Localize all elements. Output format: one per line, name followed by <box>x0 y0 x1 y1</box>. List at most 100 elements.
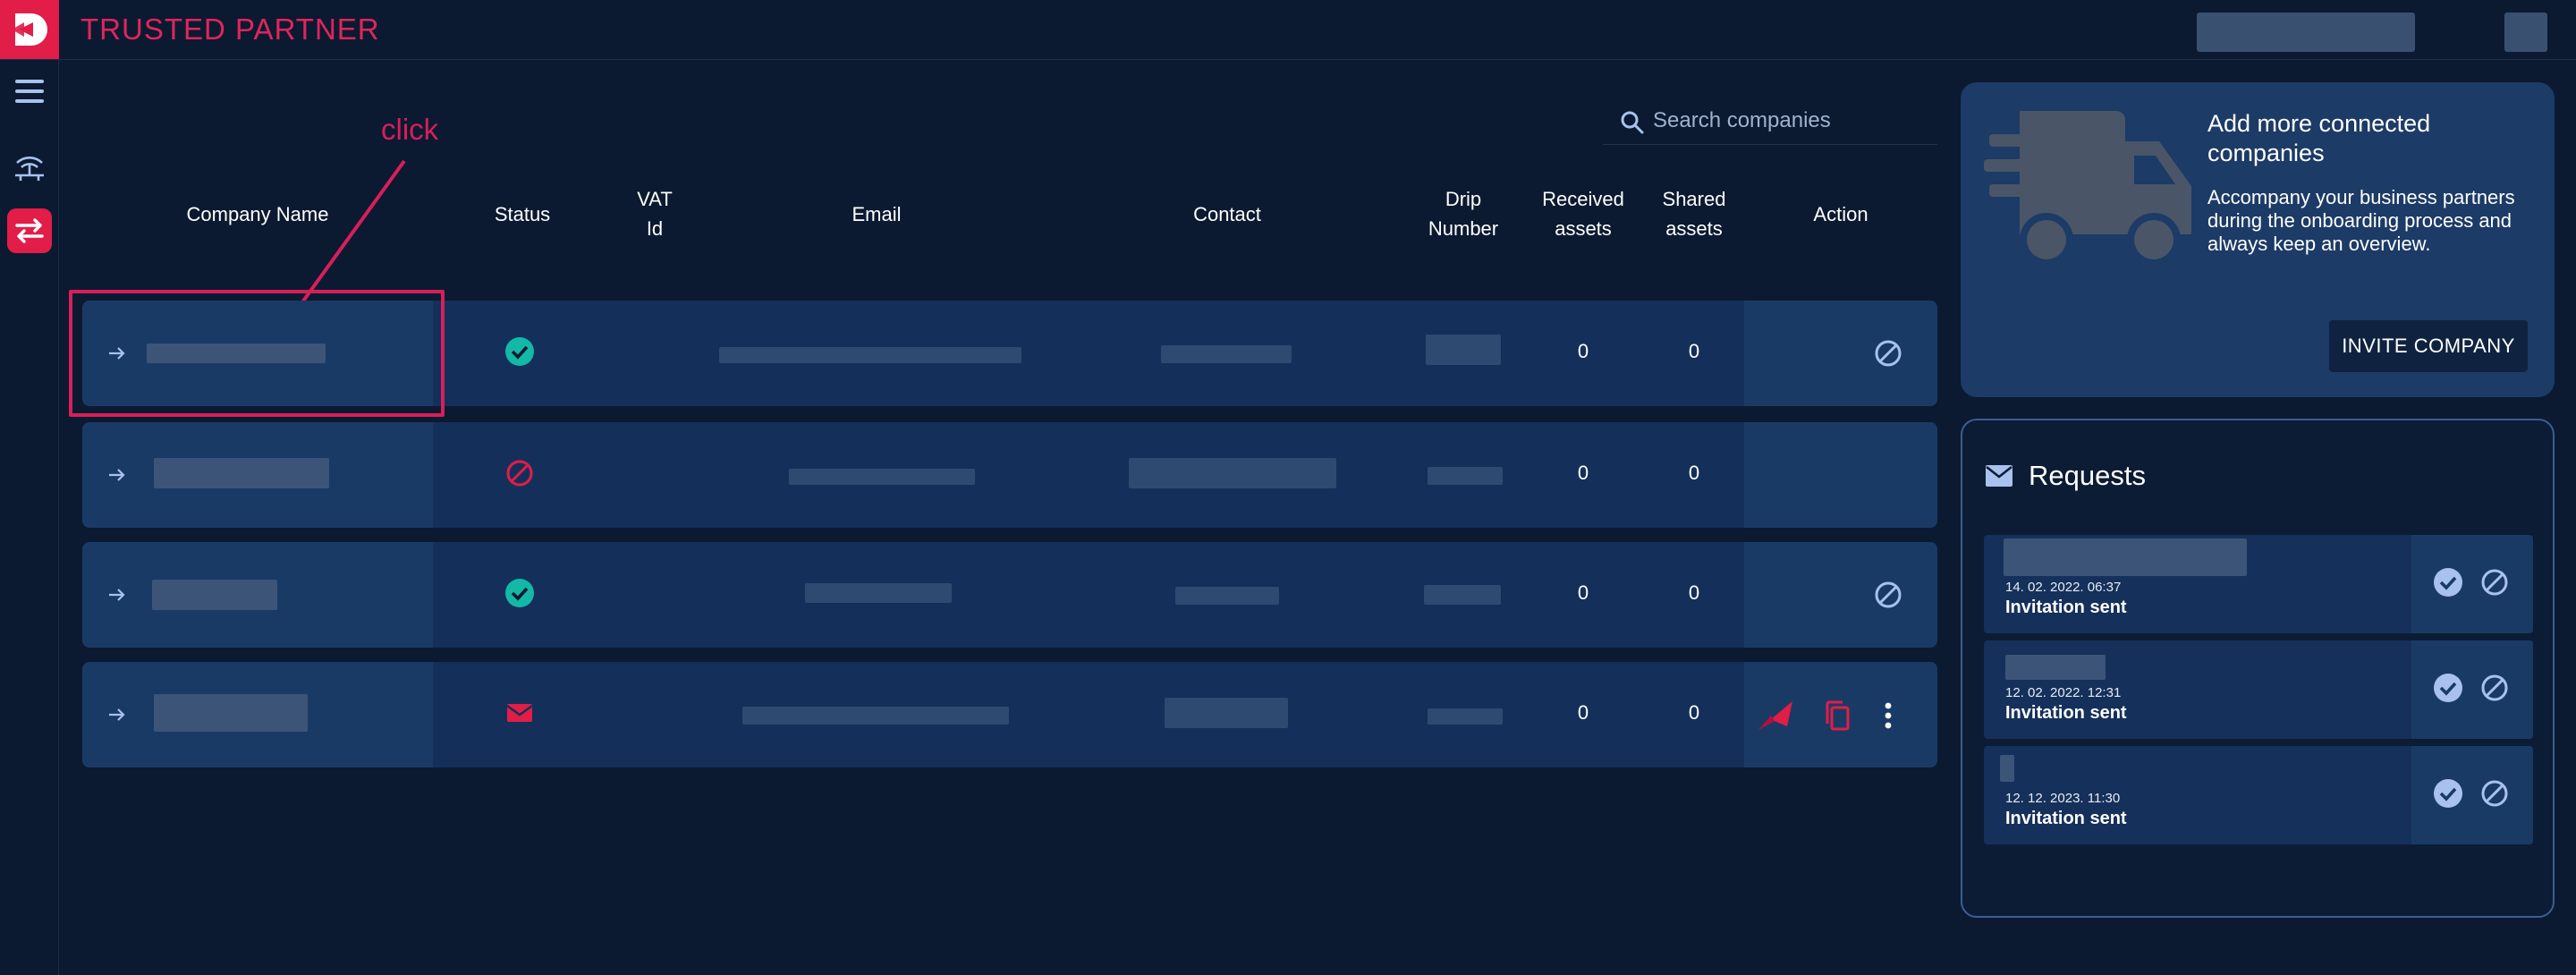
drip-number-redacted <box>1426 335 1501 365</box>
approve-icon[interactable] <box>2433 673 2463 703</box>
top-bar: TRUSTED PARTNER <box>0 0 2576 60</box>
app-logo[interactable] <box>0 0 59 59</box>
invite-company-button[interactable]: INVITE COMPANY <box>2329 320 2528 372</box>
request-date: 12. 02. 2022. 12:31 <box>2005 685 2122 700</box>
blocked-status-icon <box>506 460 533 487</box>
contact-redacted <box>1165 698 1288 728</box>
block-icon[interactable] <box>1873 338 1903 369</box>
action-cell <box>1744 542 1937 648</box>
shared-assets-value: 0 <box>1688 581 1700 604</box>
more-vertical-icon[interactable] <box>1884 701 1893 730</box>
contact-redacted <box>1161 345 1292 363</box>
received-assets-value: 0 <box>1577 340 1589 362</box>
request-item[interactable]: 12. 12. 2023. 11:30 Invitation sent <box>1984 746 2533 844</box>
request-item[interactable]: 12. 02. 2022. 12:31 Invitation sent <box>1984 640 2533 739</box>
company-name-redacted <box>154 458 329 488</box>
user-info-redacted[interactable] <box>2197 13 2415 52</box>
menu-icon <box>15 80 44 103</box>
approve-icon[interactable] <box>2433 567 2463 598</box>
sidebar-item-trusted-partner[interactable] <box>7 208 52 253</box>
promo-title: Add more connected companies <box>2207 110 2431 166</box>
email-redacted <box>742 707 1009 725</box>
request-status: Invitation sent <box>2005 598 2127 617</box>
check-circle-icon <box>505 337 534 366</box>
header-status[interactable]: Status <box>478 182 567 245</box>
add-companies-card: Add more connected companies Accompany y… <box>1961 82 2555 397</box>
request-actions <box>2411 746 2533 844</box>
approve-icon[interactable] <box>2433 778 2463 809</box>
request-company-redacted <box>2004 538 2247 576</box>
arrow-right-icon <box>109 708 125 721</box>
swap-arrows-icon <box>15 218 44 243</box>
request-company-redacted <box>2005 655 2106 680</box>
received-assets-value: 0 <box>1577 462 1589 484</box>
header-company-name[interactable]: Company Name <box>168 182 347 245</box>
requests-header: Requests <box>1986 460 2146 492</box>
decline-icon[interactable] <box>2479 567 2510 598</box>
header-action: Action <box>1813 202 1868 225</box>
action-cell <box>1744 662 1937 767</box>
email-redacted <box>789 469 975 485</box>
action-cell <box>1744 301 1937 406</box>
request-date: 14. 02. 2022. 06:37 <box>2005 580 2122 595</box>
send-icon[interactable] <box>1757 699 1794 732</box>
received-assets-value: 0 <box>1577 701 1589 724</box>
table-row[interactable]: 0 0 <box>82 422 1937 528</box>
shared-assets-value: 0 <box>1688 701 1700 724</box>
drip-number-redacted <box>1424 585 1501 605</box>
copy-icon[interactable] <box>1823 699 1852 732</box>
user-avatar-redacted[interactable] <box>2504 13 2547 52</box>
sidebar-item-connections[interactable] <box>7 144 52 189</box>
received-assets-value: 0 <box>1577 581 1589 604</box>
arrow-right-icon <box>109 589 125 601</box>
header-shared-assets[interactable]: Shared assets <box>1649 182 1739 245</box>
company-name-cell[interactable] <box>82 662 433 767</box>
request-status: Invitation sent <box>2005 809 2127 828</box>
arrow-right-icon <box>109 469 125 481</box>
mail-icon <box>1986 465 2012 487</box>
search-icon <box>1621 111 1644 134</box>
company-name-cell[interactable] <box>82 542 433 648</box>
block-icon[interactable] <box>1873 580 1903 610</box>
header-contact[interactable]: Contact <box>1174 182 1281 245</box>
truck-icon <box>1984 111 2191 267</box>
header-drip-number[interactable]: Drip Number <box>1419 182 1508 245</box>
app-title: TRUSTED PARTNER <box>80 13 380 46</box>
annotation-highlight-box <box>69 290 445 417</box>
request-actions <box>2411 640 2533 739</box>
action-cell <box>1744 422 1937 528</box>
request-actions <box>2411 535 2533 633</box>
search-input[interactable] <box>1653 106 1921 136</box>
logo-icon <box>12 13 47 46</box>
search-bar <box>1603 100 1937 145</box>
company-name-redacted <box>154 694 308 732</box>
table-row[interactable]: 0 0 <box>82 542 1937 648</box>
request-date: 12. 12. 2023. 11:30 <box>2005 791 2121 806</box>
header-email[interactable]: Email <box>823 182 930 245</box>
company-name-cell[interactable] <box>82 422 433 528</box>
shared-assets-value: 0 <box>1688 462 1700 484</box>
request-status: Invitation sent <box>2005 703 2127 723</box>
drip-number-redacted <box>1428 708 1503 725</box>
signal-hub-icon <box>15 157 44 181</box>
menu-button[interactable] <box>7 69 52 114</box>
promo-description: Accompany your business partners during … <box>2207 186 2515 255</box>
requests-title: Requests <box>2029 460 2146 491</box>
decline-icon[interactable] <box>2479 778 2510 809</box>
email-redacted <box>719 347 1021 363</box>
table-row[interactable]: 0 0 <box>82 662 1937 767</box>
email-redacted <box>805 583 952 603</box>
contact-redacted <box>1175 587 1279 605</box>
contact-redacted <box>1129 458 1336 488</box>
mail-status-icon <box>506 704 533 722</box>
header-received-assets[interactable]: Received assets <box>1537 182 1630 245</box>
check-circle-icon <box>505 579 534 607</box>
decline-icon[interactable] <box>2479 673 2510 703</box>
annotation-click-label: click <box>381 113 439 146</box>
sidebar <box>0 60 59 975</box>
company-name-redacted <box>152 580 277 610</box>
request-item[interactable]: 14. 02. 2022. 06:37 Invitation sent <box>1984 535 2533 633</box>
header-vat-id[interactable]: VAT Id <box>619 182 691 245</box>
shared-assets-value: 0 <box>1688 340 1700 362</box>
drip-number-redacted <box>1428 467 1503 485</box>
